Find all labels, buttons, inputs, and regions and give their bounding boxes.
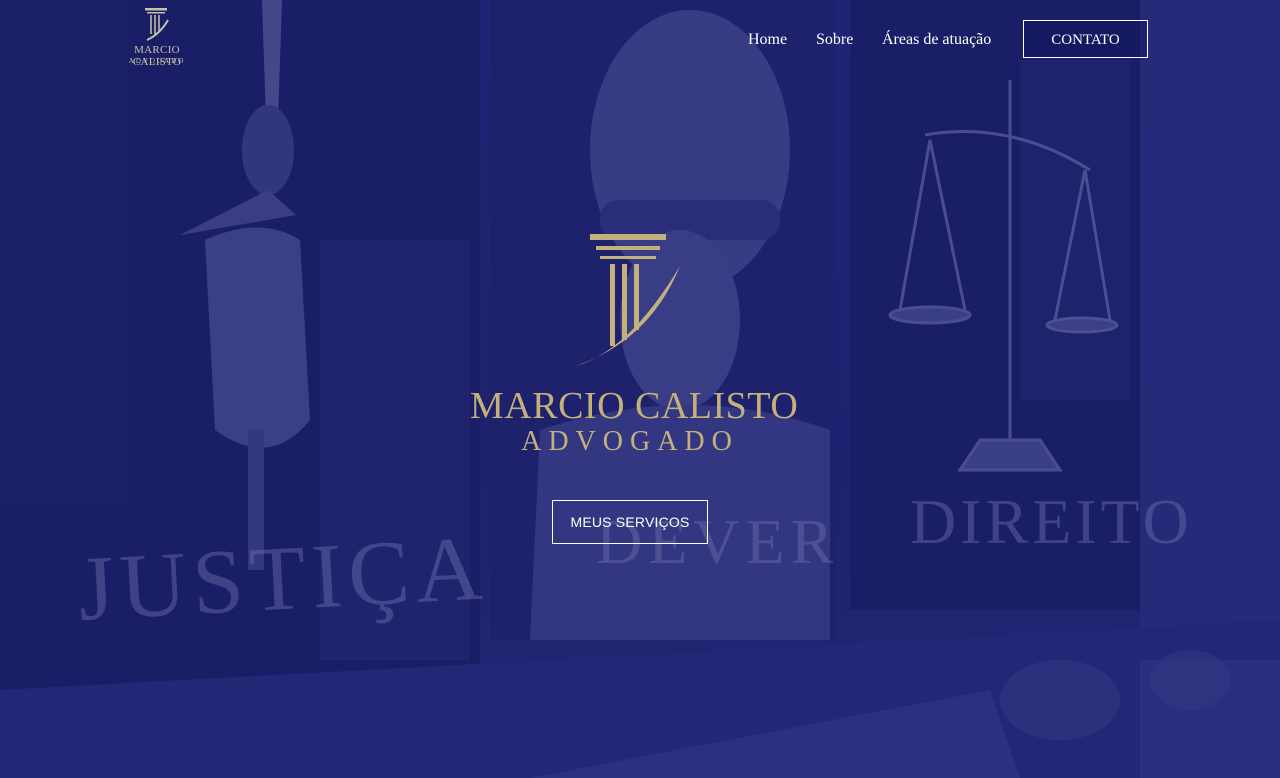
services-button[interactable]: MEUS SERVIÇOS [552,500,708,544]
hero-logo: MARCIO CALISTO ADVOGADO [470,230,799,470]
column-pillar-icon [576,234,680,366]
hero-subtitle: ADVOGADO [521,426,739,457]
nav-item-home[interactable]: Home [748,31,787,49]
hero-name: MARCIO CALISTO [470,385,799,427]
nav-item-areas-de-atuacao[interactable]: Áreas de atuação [882,31,991,49]
contact-button[interactable]: CONTATO [1023,20,1148,58]
nav-item-sobre[interactable]: Sobre [816,31,853,49]
